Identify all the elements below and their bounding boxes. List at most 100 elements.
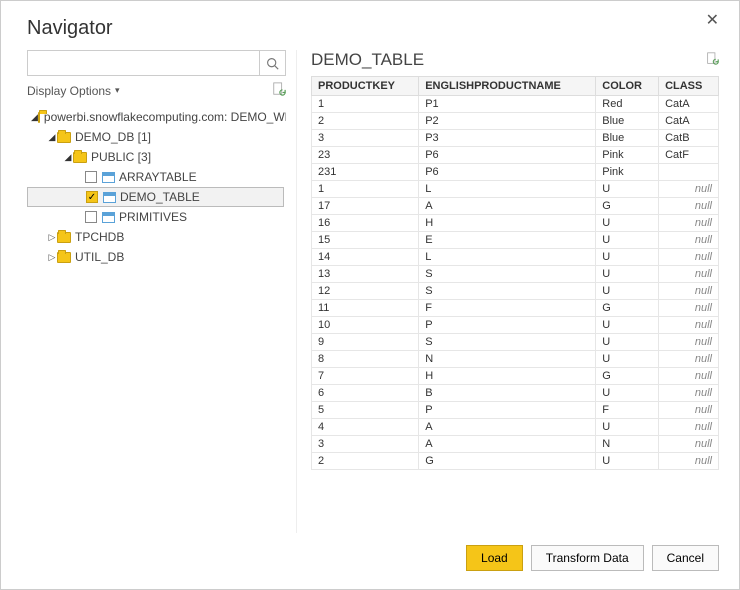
- table-cell: 13: [312, 266, 419, 283]
- table-row[interactable]: 1LUnull: [312, 181, 719, 198]
- table-cell: P6: [419, 147, 596, 164]
- checkbox[interactable]: [85, 211, 97, 223]
- table-cell: 23: [312, 147, 419, 164]
- table-cell: S: [419, 334, 596, 351]
- close-icon[interactable]: ✕: [700, 9, 725, 31]
- table-cell: 3: [312, 130, 419, 147]
- table-cell: null: [659, 232, 719, 249]
- table-row[interactable]: 12SUnull: [312, 283, 719, 300]
- table-row[interactable]: 1P1RedCatA: [312, 96, 719, 113]
- table-row[interactable]: 2P2BlueCatA: [312, 113, 719, 130]
- table-cell: U: [596, 215, 659, 232]
- table-cell: null: [659, 385, 719, 402]
- tree-node-table-demotable[interactable]: ✓ DEMO_TABLE: [27, 187, 284, 207]
- table-cell: null: [659, 402, 719, 419]
- table-cell: CatF: [659, 147, 719, 164]
- display-options-label: Display Options: [27, 84, 111, 98]
- table-cell: 1: [312, 96, 419, 113]
- tree-node-table-primitives[interactable]: PRIMITIVES: [27, 207, 286, 227]
- table-cell: 5: [312, 402, 419, 419]
- table-row[interactable]: 14LUnull: [312, 249, 719, 266]
- display-options-dropdown[interactable]: Display Options ▾: [27, 84, 120, 98]
- search-input[interactable]: [28, 51, 259, 75]
- table-cell: 6: [312, 385, 419, 402]
- checkbox[interactable]: ✓: [86, 191, 98, 203]
- left-panel: Display Options ▾ powerbi.snowflakecompu…: [27, 50, 297, 533]
- table-row[interactable]: 10PUnull: [312, 317, 719, 334]
- table-cell: 1: [312, 181, 419, 198]
- tree: powerbi.snowflakecomputing.com: DEMO_WH.…: [27, 107, 286, 267]
- transform-data-button[interactable]: Transform Data: [531, 545, 644, 571]
- col-productkey[interactable]: PRODUCTKEY: [312, 77, 419, 96]
- search-icon[interactable]: [259, 51, 285, 75]
- table-cell: null: [659, 181, 719, 198]
- table-row[interactable]: 11FGnull: [312, 300, 719, 317]
- table-cell: 11: [312, 300, 419, 317]
- table-cell: [659, 164, 719, 181]
- table-cell: U: [596, 385, 659, 402]
- tree-node-database[interactable]: DEMO_DB [1]: [27, 127, 286, 147]
- table-row[interactable]: 17AGnull: [312, 198, 719, 215]
- collapse-icon[interactable]: [47, 132, 57, 143]
- table-cell: G: [596, 368, 659, 385]
- table-row[interactable]: 231P6Pink: [312, 164, 719, 181]
- tree-label: ARRAYTABLE: [119, 170, 197, 184]
- table-cell: U: [596, 232, 659, 249]
- table-cell: 16: [312, 215, 419, 232]
- table-row[interactable]: 15EUnull: [312, 232, 719, 249]
- expand-icon[interactable]: [47, 232, 57, 243]
- table-cell: U: [596, 266, 659, 283]
- folder-icon: [57, 252, 71, 263]
- collapse-icon[interactable]: [63, 152, 73, 163]
- table-cell: 231: [312, 164, 419, 181]
- table-row[interactable]: 7HGnull: [312, 368, 719, 385]
- load-button[interactable]: Load: [466, 545, 523, 571]
- table-cell: L: [419, 181, 596, 198]
- table-cell: null: [659, 368, 719, 385]
- table-row[interactable]: 9SUnull: [312, 334, 719, 351]
- col-class[interactable]: CLASS: [659, 77, 719, 96]
- expand-icon[interactable]: [47, 252, 57, 263]
- table-row[interactable]: 3ANnull: [312, 436, 719, 453]
- tree-node-server[interactable]: powerbi.snowflakecomputing.com: DEMO_WH.…: [27, 107, 286, 127]
- table-cell: N: [419, 351, 596, 368]
- tree-node-utildb[interactable]: UTIL_DB: [27, 247, 286, 267]
- checkbox[interactable]: [85, 171, 97, 183]
- table-row[interactable]: 13SUnull: [312, 266, 719, 283]
- refresh-icon[interactable]: [272, 82, 286, 99]
- table-row[interactable]: 4AUnull: [312, 419, 719, 436]
- tree-node-tpchdb[interactable]: TPCHDB: [27, 227, 286, 247]
- col-color[interactable]: COLOR: [596, 77, 659, 96]
- table-row[interactable]: 5PFnull: [312, 402, 719, 419]
- table-cell: U: [596, 334, 659, 351]
- search-field[interactable]: [27, 50, 286, 76]
- col-englishproductname[interactable]: ENGLISHPRODUCTNAME: [419, 77, 596, 96]
- tree-label: TPCHDB: [75, 230, 124, 244]
- table-row[interactable]: 2GUnull: [312, 453, 719, 470]
- table-cell: Pink: [596, 164, 659, 181]
- tree-label: UTIL_DB: [75, 250, 124, 264]
- collapse-icon[interactable]: [31, 112, 38, 123]
- table-cell: L: [419, 249, 596, 266]
- dialog-footer: Load Transform Data Cancel: [27, 533, 719, 571]
- navigator-dialog: ✕ Navigator Display Options ▾: [0, 0, 740, 590]
- tree-node-table-arraytable[interactable]: ARRAYTABLE: [27, 167, 286, 187]
- table-row[interactable]: 3P3BlueCatB: [312, 130, 719, 147]
- table-cell: U: [596, 283, 659, 300]
- table-row[interactable]: 16HUnull: [312, 215, 719, 232]
- table-cell: null: [659, 249, 719, 266]
- table-cell: null: [659, 419, 719, 436]
- refresh-preview-icon[interactable]: [706, 51, 719, 69]
- table-cell: F: [419, 300, 596, 317]
- table-cell: CatA: [659, 113, 719, 130]
- table-row[interactable]: 6BUnull: [312, 385, 719, 402]
- table-cell: null: [659, 283, 719, 300]
- table-icon: [103, 192, 116, 203]
- tree-node-schema[interactable]: PUBLIC [3]: [27, 147, 286, 167]
- table-cell: U: [596, 419, 659, 436]
- table-row[interactable]: 23P6PinkCatF: [312, 147, 719, 164]
- table-row[interactable]: 8NUnull: [312, 351, 719, 368]
- table-cell: null: [659, 436, 719, 453]
- cancel-button[interactable]: Cancel: [652, 545, 719, 571]
- table-cell: U: [596, 181, 659, 198]
